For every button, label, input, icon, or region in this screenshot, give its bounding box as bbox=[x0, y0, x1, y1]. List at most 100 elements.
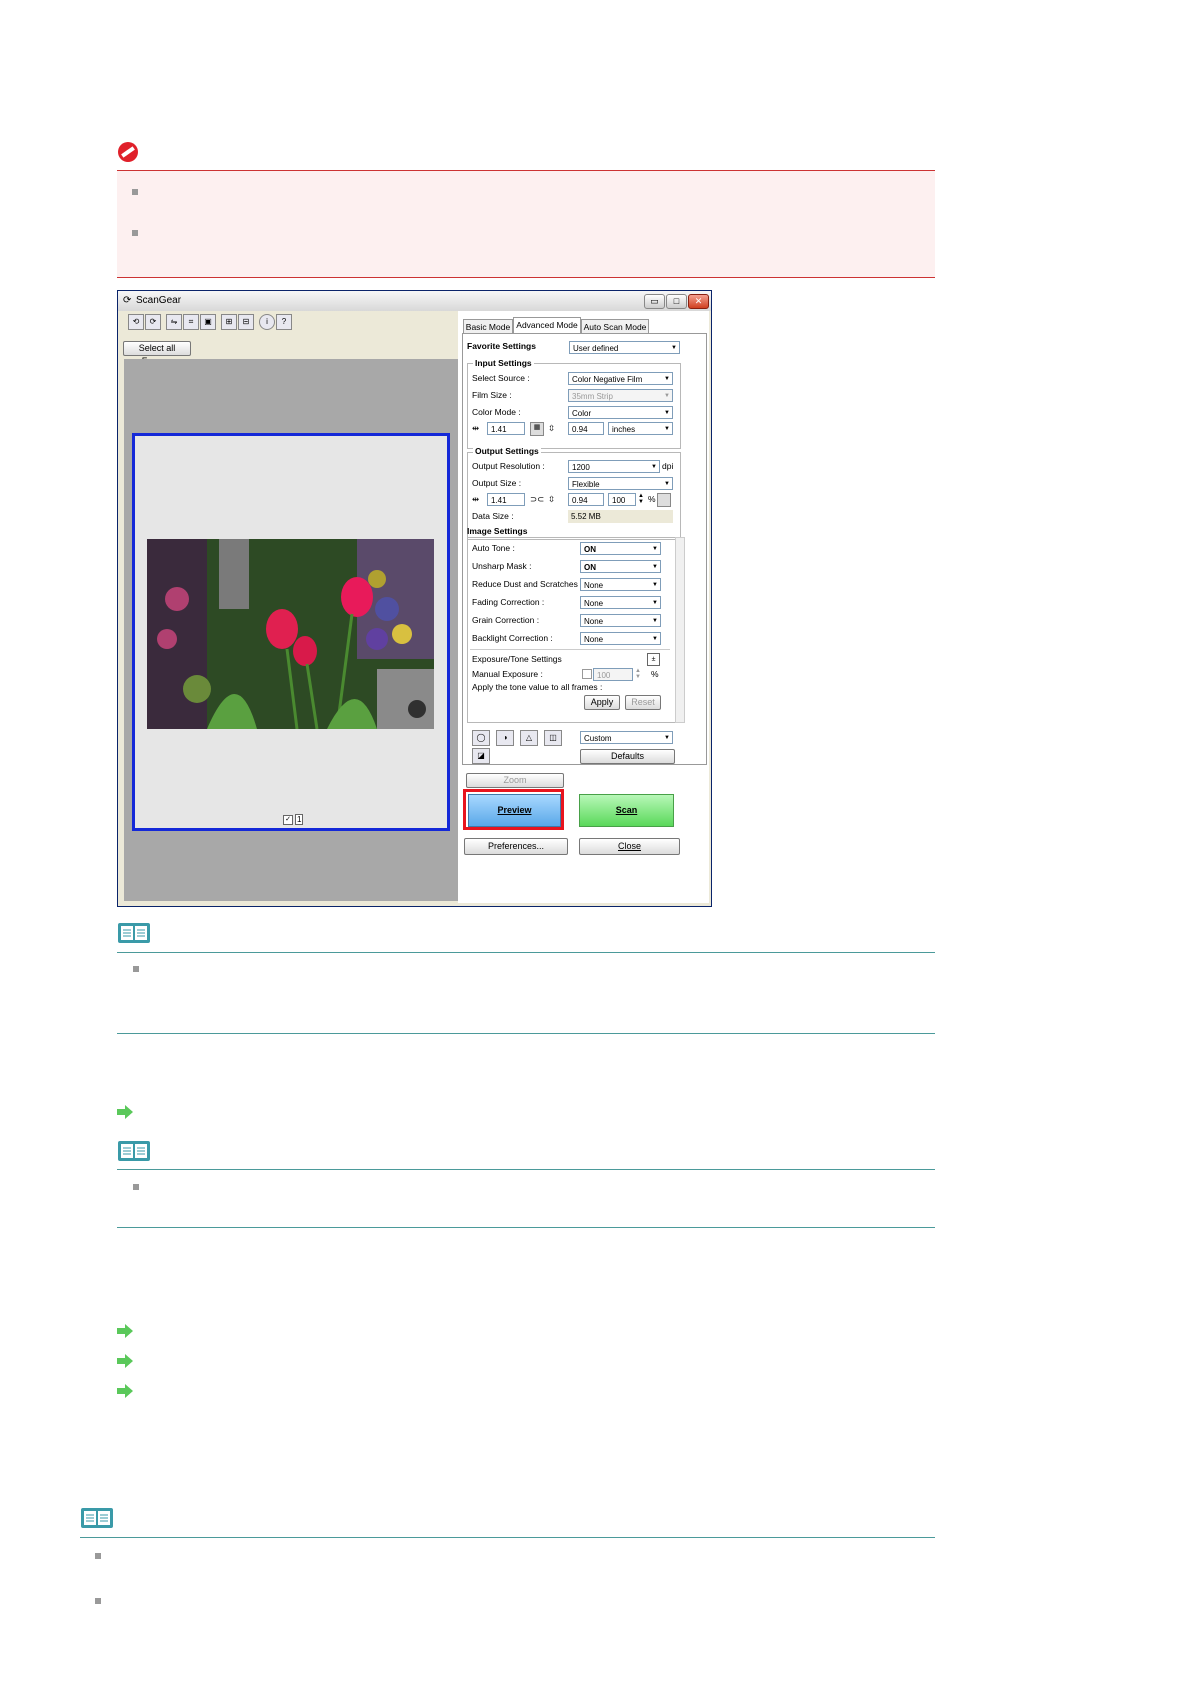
data-size-value: 5.52 MB bbox=[568, 510, 673, 523]
reduce-dust-label: Reduce Dust and Scratches : bbox=[472, 579, 583, 589]
scan-button[interactable]: Scan bbox=[579, 794, 674, 827]
help-icon[interactable]: ? bbox=[276, 314, 292, 330]
output-height-field[interactable]: 0.94 bbox=[568, 493, 604, 506]
tone-preset-select[interactable]: Custom bbox=[580, 731, 673, 744]
toolbar: ⟲ ⟳ ⇋ ⌗ ▣ ⊞ ⊟ i ? bbox=[118, 313, 453, 331]
link-arrow-icon[interactable] bbox=[117, 1354, 133, 1373]
zoom-button[interactable]: Zoom bbox=[466, 773, 564, 788]
auto-tone-select[interactable]: ON bbox=[580, 542, 661, 555]
preview-button[interactable]: Preview bbox=[468, 794, 561, 827]
output-width-field[interactable]: 1.41 bbox=[487, 493, 525, 506]
whole-image-icon[interactable]: ⊟ bbox=[238, 314, 254, 330]
grain-correction-label: Grain Correction : bbox=[472, 615, 540, 625]
bullet-icon bbox=[133, 966, 139, 972]
backlight-correction-select[interactable]: None bbox=[580, 632, 661, 645]
note-icon bbox=[117, 1140, 151, 1162]
output-size-label: Output Size : bbox=[472, 478, 522, 488]
exposure-spinner-icon[interactable]: ▲ ▼ bbox=[635, 668, 641, 680]
clear-crop-icon[interactable]: ▣ bbox=[200, 314, 216, 330]
select-all-frames-button[interactable]: Select all Frames bbox=[123, 341, 191, 366]
frame-checkbox[interactable]: ✓ bbox=[283, 815, 293, 825]
reset-button[interactable]: Reset bbox=[625, 695, 661, 710]
dpi-label: dpi bbox=[662, 461, 674, 471]
note-divider bbox=[117, 1033, 935, 1034]
rotate-left-icon[interactable]: ⟲ bbox=[128, 314, 144, 330]
note-icon bbox=[117, 922, 151, 944]
image-settings-header: Image Settings bbox=[467, 526, 528, 536]
height-icon: ⇳ bbox=[548, 494, 556, 504]
favorite-settings-label: Favorite Settings bbox=[467, 341, 536, 351]
minimize-button[interactable]: ▭ bbox=[644, 294, 665, 309]
favorite-settings-select[interactable]: User defined bbox=[569, 341, 680, 354]
aspect-lock-icon[interactable]: ▦ bbox=[530, 422, 544, 436]
expand-icon[interactable]: ± bbox=[647, 653, 660, 666]
crop-icon[interactable]: ⌗ bbox=[183, 314, 199, 330]
note-divider bbox=[117, 1227, 935, 1228]
divider bbox=[470, 649, 670, 650]
bullet-icon bbox=[95, 1553, 101, 1559]
threshold-icon[interactable]: ◪ bbox=[472, 748, 490, 764]
color-mode-select[interactable]: Color bbox=[568, 406, 673, 419]
reduce-dust-select[interactable]: None bbox=[580, 578, 661, 591]
bullet-icon bbox=[132, 230, 138, 236]
input-height-field[interactable]: 0.94 bbox=[568, 422, 604, 435]
scale-spinner-icon[interactable]: ▲ ▼ bbox=[638, 493, 644, 505]
note-divider bbox=[80, 1537, 935, 1538]
auto-tone-label: Auto Tone : bbox=[472, 543, 515, 553]
fading-correction-select[interactable]: None bbox=[580, 596, 661, 609]
exposure-tone-label: Exposure/Tone Settings bbox=[472, 654, 562, 664]
grain-correction-select[interactable]: None bbox=[580, 614, 661, 627]
rotate-right-icon[interactable]: ⟳ bbox=[145, 314, 161, 330]
output-settings-header: Output Settings bbox=[473, 446, 541, 456]
link-arrow-icon[interactable] bbox=[117, 1324, 133, 1343]
fading-correction-label: Fading Correction : bbox=[472, 597, 545, 607]
scrollbar[interactable] bbox=[675, 537, 685, 723]
tab-auto-scan-mode[interactable]: Auto Scan Mode bbox=[581, 319, 649, 334]
brightness-icon[interactable]: ◯ bbox=[472, 730, 490, 746]
defaults-button[interactable]: Defaults bbox=[580, 749, 675, 764]
close-button[interactable]: Close bbox=[579, 838, 680, 855]
link-arrow-icon[interactable] bbox=[117, 1105, 133, 1124]
note-icon bbox=[80, 1507, 114, 1529]
output-resolution-select[interactable]: 1200 bbox=[568, 460, 660, 473]
histogram-icon[interactable]: ◑ bbox=[496, 730, 514, 746]
apply-all-frames-label: Apply the tone value to all frames : bbox=[472, 682, 603, 692]
tone-curve-icon[interactable]: △ bbox=[520, 730, 538, 746]
unsharp-mask-select[interactable]: ON bbox=[580, 560, 661, 573]
width-icon: ⇹ bbox=[472, 494, 480, 504]
select-source-label: Select Source : bbox=[472, 373, 530, 383]
mirror-icon[interactable]: ⇋ bbox=[166, 314, 182, 330]
link-icon: ⊃⊂ bbox=[530, 494, 545, 504]
size-options-icon[interactable] bbox=[657, 493, 671, 507]
output-resolution-label: Output Resolution : bbox=[472, 461, 545, 471]
info-icon[interactable]: i bbox=[259, 314, 275, 330]
manual-exposure-field[interactable]: 100 bbox=[593, 668, 633, 681]
manual-exposure-checkbox[interactable] bbox=[582, 669, 592, 679]
input-width-field[interactable]: 1.41 bbox=[487, 422, 525, 435]
color-mode-label: Color Mode : bbox=[472, 407, 521, 417]
percent-label: % bbox=[648, 494, 656, 504]
thumbnail-icon[interactable]: ⊞ bbox=[221, 314, 237, 330]
close-window-button[interactable]: ✕ bbox=[688, 294, 709, 309]
exposure-percent-label: % bbox=[651, 669, 659, 679]
unit-select[interactable]: inches bbox=[608, 422, 673, 435]
link-arrow-icon[interactable] bbox=[117, 1384, 133, 1403]
maximize-button[interactable]: □ bbox=[666, 294, 687, 309]
bullet-icon bbox=[132, 189, 138, 195]
title-bar: ⟳ ScanGear ▭ □ ✕ bbox=[118, 291, 711, 311]
tab-basic-mode[interactable]: Basic Mode bbox=[463, 319, 513, 334]
tab-advanced-mode[interactable]: Advanced Mode bbox=[513, 317, 581, 334]
window-title: ScanGear bbox=[136, 295, 182, 306]
film-size-select[interactable]: 35mm Strip bbox=[568, 389, 673, 402]
scanner-icon: ⟳ bbox=[123, 295, 132, 306]
preferences-button[interactable]: Preferences... bbox=[464, 838, 568, 855]
apply-button[interactable]: Apply bbox=[584, 695, 620, 710]
output-size-select[interactable]: Flexible bbox=[568, 477, 673, 490]
select-source-select[interactable]: Color Negative Film bbox=[568, 372, 673, 385]
note-divider bbox=[117, 952, 935, 953]
unsharp-mask-label: Unsharp Mask : bbox=[472, 561, 532, 571]
note-divider bbox=[117, 1169, 935, 1170]
important-box bbox=[117, 170, 935, 278]
output-scale-field[interactable]: 100 bbox=[608, 493, 636, 506]
final-review-icon[interactable]: ◫ bbox=[544, 730, 562, 746]
